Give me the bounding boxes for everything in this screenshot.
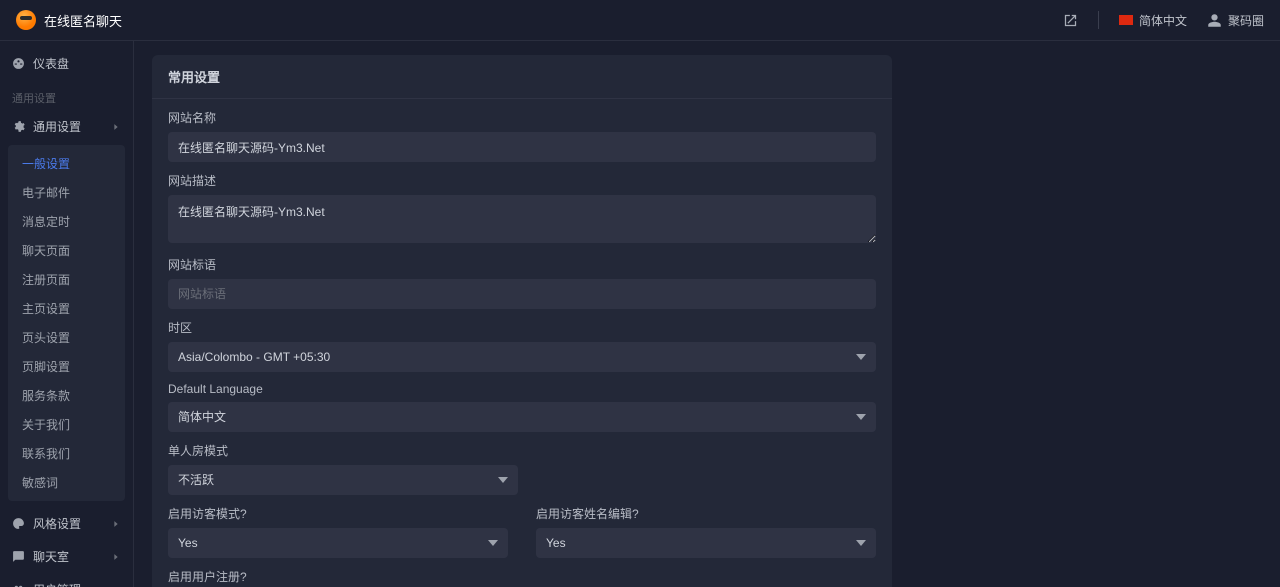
sidebar-item-general[interactable]: 通用设置 [0, 110, 133, 143]
sidebar-sub-about[interactable]: 关于我们 [8, 410, 125, 439]
language-label: 简体中文 [1139, 12, 1187, 29]
external-link-button[interactable] [1063, 13, 1078, 28]
sidebar-sub-general[interactable]: 一般设置 [8, 149, 125, 178]
settings-card: 常用设置 网站名称 网站描述 网站标语 时区 Asia/Co [152, 55, 892, 587]
sidebar-label: 通用设置 [33, 118, 81, 135]
user-menu[interactable]: 聚码圈 [1207, 12, 1264, 29]
user-reg-label: 启用用户注册? [168, 568, 876, 585]
guest-name-edit-label: 启用访客姓名编辑? [536, 505, 876, 522]
sidebar-label: 聊天室 [33, 548, 69, 565]
sidebar-item-style[interactable]: 风格设置 [0, 507, 133, 540]
site-desc-label: 网站描述 [168, 172, 876, 189]
sidebar: 仪表盘 通用设置 通用设置 一般设置 电子邮件 消息定时 聊天页面 注册页面 主… [0, 41, 134, 587]
sidebar-sub-timer[interactable]: 消息定时 [8, 207, 125, 236]
app-header: 在线匿名聊天 简体中文 聚码圈 [0, 0, 1280, 41]
sidebar-item-users[interactable]: 用户管理 [0, 573, 133, 587]
sidebar-sub-email[interactable]: 电子邮件 [8, 178, 125, 207]
sidebar-sub-chatpage[interactable]: 聊天页面 [8, 236, 125, 265]
sidebar-sub-homepage[interactable]: 主页设置 [8, 294, 125, 323]
chat-icon [12, 550, 25, 563]
user-icon [1207, 13, 1222, 28]
chevron-right-icon [111, 552, 121, 562]
gear-icon [12, 120, 25, 133]
sidebar-label: 风格设置 [33, 515, 81, 532]
guest-mode-select[interactable]: Yes [168, 528, 508, 558]
site-name-label: 网站名称 [168, 109, 876, 126]
chevron-right-icon [111, 122, 121, 132]
sidebar-submenu: 一般设置 电子邮件 消息定时 聊天页面 注册页面 主页设置 页头设置 页脚设置 … [8, 145, 125, 501]
logo-icon [16, 10, 36, 30]
sidebar-section-label: 通用设置 [0, 80, 133, 110]
language-selector[interactable]: 简体中文 [1119, 12, 1187, 29]
sidebar-sub-header[interactable]: 页头设置 [8, 323, 125, 352]
guest-name-edit-select[interactable]: Yes [536, 528, 876, 558]
users-icon [12, 583, 25, 587]
default-lang-label: Default Language [168, 382, 876, 396]
timezone-label: 时区 [168, 319, 876, 336]
main-content: 常用设置 网站名称 网站描述 网站标语 时区 Asia/Co [134, 41, 1280, 587]
palette-icon [12, 517, 25, 530]
default-lang-select[interactable]: 简体中文 [168, 402, 876, 432]
flag-icon [1119, 15, 1133, 25]
sidebar-item-chatroom[interactable]: 聊天室 [0, 540, 133, 573]
site-slogan-input[interactable] [168, 279, 876, 309]
card-title: 常用设置 [152, 55, 892, 99]
header-right: 简体中文 聚码圈 [1063, 11, 1264, 29]
external-link-icon [1063, 13, 1078, 28]
site-name-input[interactable] [168, 132, 876, 162]
sidebar-sub-contact[interactable]: 联系我们 [8, 439, 125, 468]
sidebar-label: 用户管理 [33, 581, 81, 587]
sidebar-sub-register[interactable]: 注册页面 [8, 265, 125, 294]
single-room-select[interactable]: 不活跃 [168, 465, 518, 495]
app-name: 在线匿名聊天 [44, 11, 122, 30]
site-slogan-label: 网站标语 [168, 256, 876, 273]
sidebar-item-dashboard[interactable]: 仪表盘 [0, 47, 133, 80]
sidebar-label: 仪表盘 [33, 55, 69, 72]
sidebar-sub-sensitive[interactable]: 敏感词 [8, 468, 125, 497]
username: 聚码圈 [1228, 12, 1264, 29]
sidebar-sub-footer[interactable]: 页脚设置 [8, 352, 125, 381]
header-divider [1098, 11, 1099, 29]
chevron-right-icon [111, 519, 121, 529]
guest-mode-label: 启用访客模式? [168, 505, 508, 522]
app-logo[interactable]: 在线匿名聊天 [16, 10, 122, 30]
timezone-select[interactable]: Asia/Colombo - GMT +05:30 [168, 342, 876, 372]
site-desc-input[interactable] [168, 195, 876, 243]
dashboard-icon [12, 57, 25, 70]
sidebar-sub-tos[interactable]: 服务条款 [8, 381, 125, 410]
single-room-label: 单人房模式 [168, 442, 876, 459]
